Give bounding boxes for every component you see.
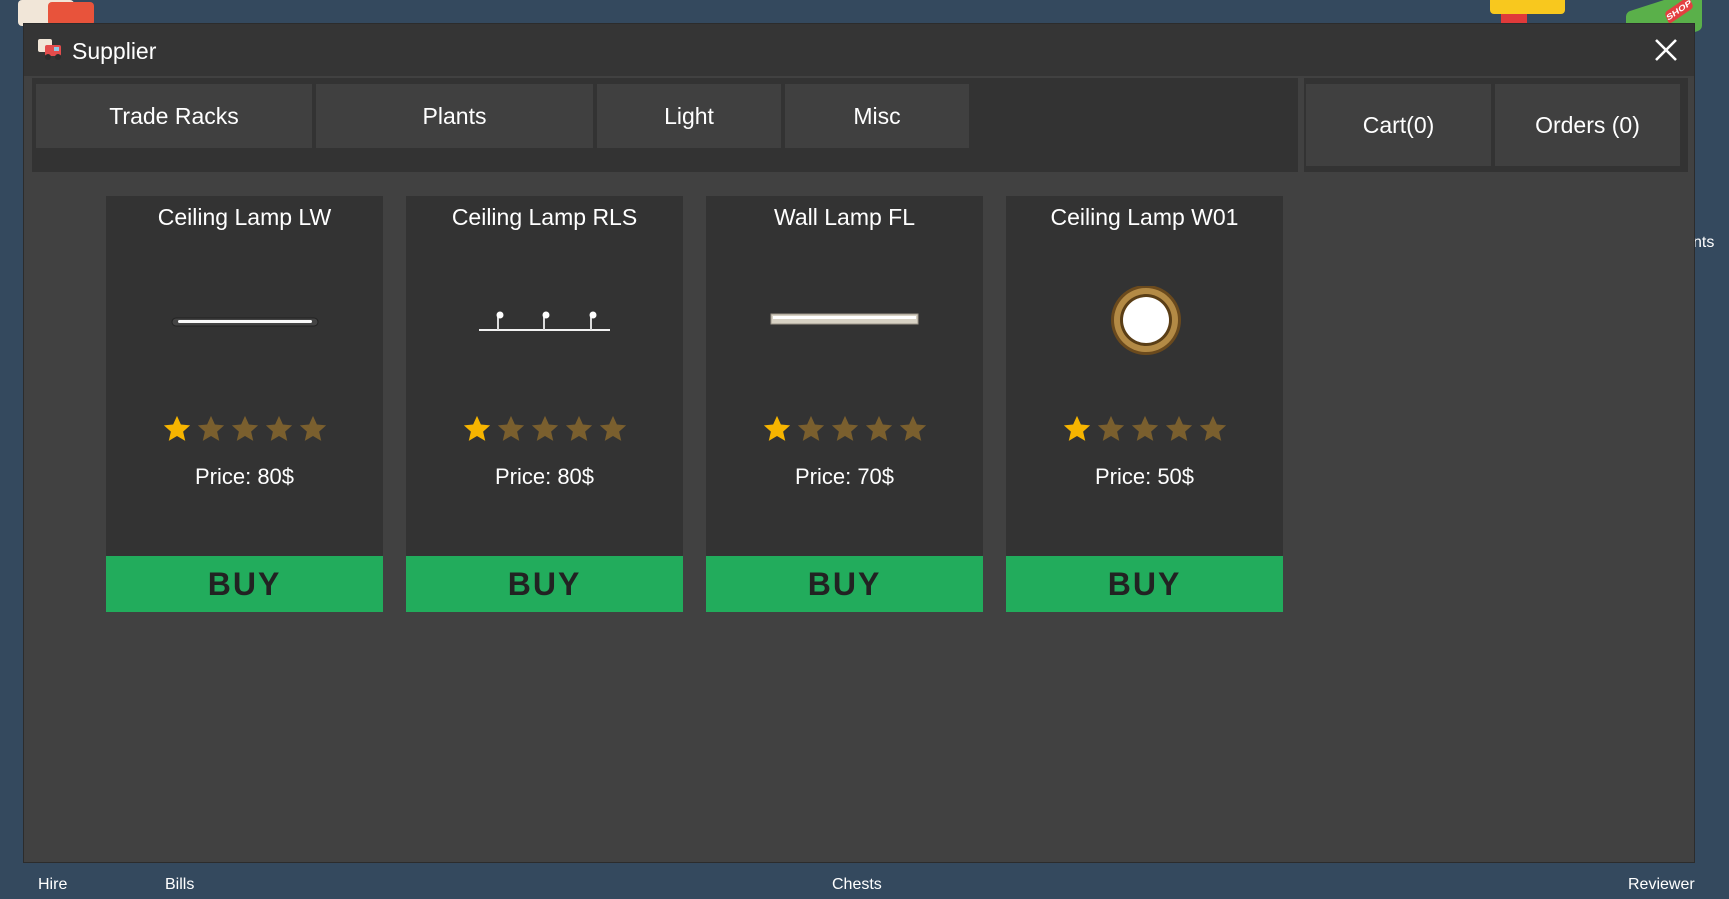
star-filled-icon <box>763 415 790 441</box>
star-empty-icon <box>1199 415 1226 441</box>
ceiling-lamp-lw-icon <box>171 317 319 327</box>
product-name: Ceiling Lamp RLS <box>451 204 638 230</box>
star-empty-icon <box>899 415 926 441</box>
bills-button[interactable]: Bills <box>165 876 194 894</box>
product-name: Wall Lamp FL <box>773 204 916 230</box>
star-empty-icon <box>831 415 858 441</box>
cart-button[interactable]: Cart(0) <box>1306 84 1491 166</box>
wall-lamp-fl-icon <box>770 313 919 325</box>
product-card: Ceiling Lamp W01 Price: 50$ BUY <box>1006 196 1283 612</box>
star-empty-icon <box>1097 415 1124 441</box>
star-empty-icon <box>197 415 224 441</box>
star-empty-icon <box>231 415 258 441</box>
product-name: Ceiling Lamp LW <box>157 204 332 230</box>
star-empty-icon <box>865 415 892 441</box>
star-empty-icon <box>565 415 592 441</box>
star-empty-icon <box>1131 415 1158 441</box>
product-name: Ceiling Lamp W01 <box>1050 204 1239 230</box>
star-filled-icon <box>463 415 490 441</box>
supplier-window: Supplier Trade Racks Plants Light Misc C… <box>24 24 1694 862</box>
bottom-menu-bar: Hire Bills Chests Reviewer <box>0 870 1729 899</box>
tab-light[interactable]: Light <box>597 84 781 148</box>
star-filled-icon <box>1063 415 1090 441</box>
cart-orders-bar: Cart(0) Orders (0) <box>1304 78 1688 172</box>
product-price: Price: 50$ <box>1094 464 1195 489</box>
ceiling-lamp-rls-icon <box>479 311 610 331</box>
window-title: Supplier <box>72 38 157 64</box>
star-empty-icon <box>1165 415 1192 441</box>
product-card: Ceiling Lamp RLS Price: 80$ BUY <box>406 196 683 612</box>
star-empty-icon <box>599 415 626 441</box>
star-empty-icon <box>497 415 524 441</box>
buy-button[interactable]: BUY <box>706 556 983 612</box>
chests-button[interactable]: Chests <box>832 876 882 894</box>
buy-button[interactable]: BUY <box>406 556 683 612</box>
rating-stars <box>106 414 383 444</box>
window-titlebar: Supplier <box>24 24 1694 76</box>
tab-trade-racks[interactable]: Trade Racks <box>36 84 312 148</box>
product-card: Ceiling Lamp LW Price: 80$ BUY <box>106 196 383 612</box>
supplier-truck-icon <box>38 39 61 60</box>
close-icon[interactable] <box>1652 36 1680 64</box>
star-filled-icon <box>163 415 190 441</box>
product-price: Price: 70$ <box>794 464 895 489</box>
rating-stars <box>406 414 683 444</box>
star-empty-icon <box>299 415 326 441</box>
buy-button[interactable]: BUY <box>106 556 383 612</box>
star-empty-icon <box>265 415 292 441</box>
shop-sign: SHOP <box>1664 0 1694 25</box>
ceiling-lamp-w01-icon <box>1111 286 1181 355</box>
product-card: Wall Lamp FL Price: 70$ BUY <box>706 196 983 612</box>
tab-misc[interactable]: Misc <box>785 84 969 148</box>
hire-button[interactable]: Hire <box>38 876 67 894</box>
rating-stars <box>1006 414 1283 444</box>
category-tabs: Trade Racks Plants Light Misc <box>32 78 1298 172</box>
background-object <box>1490 0 1565 14</box>
orders-button[interactable]: Orders (0) <box>1495 84 1680 166</box>
star-empty-icon <box>797 415 824 441</box>
tab-plants[interactable]: Plants <box>316 84 593 148</box>
product-price: Price: 80$ <box>194 464 295 489</box>
product-price: Price: 80$ <box>494 464 595 489</box>
background-building <box>18 0 94 26</box>
rating-stars <box>706 414 983 444</box>
star-empty-icon <box>531 415 558 441</box>
background-object-base <box>1501 14 1527 24</box>
reviewer-button[interactable]: Reviewer <box>1628 876 1695 894</box>
buy-button[interactable]: BUY <box>1006 556 1283 612</box>
side-partial-label: nts <box>1693 234 1715 251</box>
